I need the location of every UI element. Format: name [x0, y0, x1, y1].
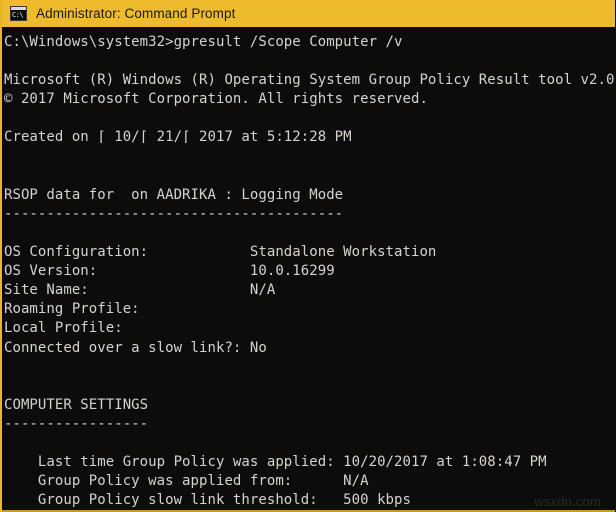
command-prompt-window[interactable]: C:\ Administrator: Command Prompt C:\Win…	[0, 0, 616, 512]
console-line: Connected over a slow link?: No	[4, 339, 267, 356]
console-line: Created on ⌈ 10/⌈ 21/⌈ 2017 at 5:12:28 P…	[4, 129, 352, 146]
console-output-area[interactable]: C:\Windows\system32>gpresult /Scope Comp…	[2, 27, 615, 512]
console-line: ----------------------------------------	[4, 205, 344, 222]
watermark: wsxdn.com	[534, 494, 601, 509]
window-titlebar[interactable]: C:\ Administrator: Command Prompt	[2, 0, 615, 27]
console-line: © 2017 Microsoft Corporation. All rights…	[4, 91, 428, 108]
console-line: RSOP data for on AADRIKA : Logging Mode	[4, 186, 344, 203]
console-line: Site Name: N/A	[4, 282, 276, 299]
window-title: Administrator: Command Prompt	[36, 6, 236, 21]
console-line: Local Profile:	[4, 320, 123, 337]
console-line: Microsoft (R) Windows (R) Operating Syst…	[4, 72, 615, 89]
console-line: C:\Windows\system32>gpresult /Scope Comp…	[4, 34, 403, 50]
console-line: Roaming Profile:	[4, 301, 140, 318]
console-line: OS Configuration: Standalone Workstation	[4, 244, 437, 261]
console-line: OS Version: 10.0.16299	[4, 263, 335, 280]
console-line: COMPUTER SETTINGS	[4, 396, 149, 413]
console-icon-prompt-text: C:\	[12, 11, 24, 19]
console-lines: C:\Windows\system32>gpresult /Scope Comp…	[4, 33, 615, 512]
console-icon: C:\	[10, 6, 27, 21]
console-line: Last time Group Policy was applied: 10/2…	[4, 454, 547, 471]
console-line: Group Policy slow link threshold: 500 kb…	[4, 492, 411, 509]
console-line: -----------------	[4, 415, 149, 432]
console-line: Group Policy was applied from: N/A	[4, 473, 369, 490]
